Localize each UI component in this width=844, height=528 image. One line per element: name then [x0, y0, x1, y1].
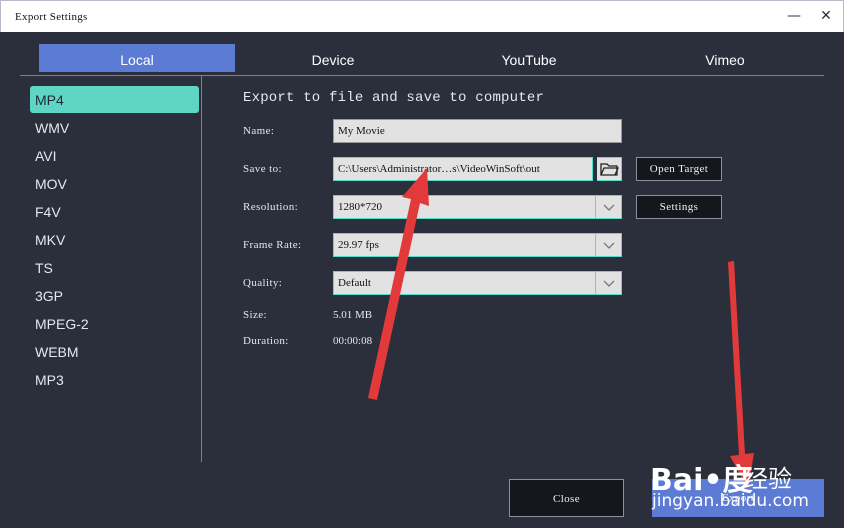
format-list: MP4 WMV AVI MOV F4V MKV TS 3GP MPEG-2 WE…	[20, 76, 202, 462]
name-label: Name:	[243, 125, 275, 137]
size-value: 5.01 MB	[333, 309, 373, 321]
resolution-label: Resolution:	[243, 201, 299, 213]
tab-local[interactable]: Local	[39, 44, 235, 72]
close-icon[interactable]: ✕	[811, 5, 841, 27]
format-item-f4v[interactable]: F4V	[30, 198, 199, 225]
quality-select[interactable]: Default	[333, 271, 622, 295]
format-item-mov[interactable]: MOV	[30, 170, 199, 197]
tab-vimeo[interactable]: Vimeo	[627, 44, 823, 72]
duration-value: 00:00:08	[333, 335, 373, 347]
format-item-mkv[interactable]: MKV	[30, 226, 199, 253]
close-button[interactable]: Close	[509, 479, 624, 517]
quality-label: Quality:	[243, 277, 283, 289]
resolution-value: 1280*720	[338, 201, 382, 213]
size-label: Size:	[243, 309, 267, 321]
frame-rate-select[interactable]: 29.97 fps	[333, 233, 622, 257]
settings-button[interactable]: Settings	[636, 195, 722, 219]
format-item-webm[interactable]: WEBM	[30, 338, 199, 365]
browse-folder-button[interactable]	[597, 157, 622, 181]
title-bar: Export Settings — ✕	[0, 0, 844, 32]
format-item-mp3[interactable]: MP3	[30, 366, 199, 393]
format-item-3gp[interactable]: 3GP	[30, 282, 199, 309]
duration-label: Duration:	[243, 335, 289, 347]
open-target-button[interactable]: Open Target	[636, 157, 722, 181]
frame-rate-label: Frame Rate:	[243, 239, 302, 251]
minimize-icon[interactable]: —	[779, 5, 809, 27]
resolution-select[interactable]: 1280*720	[333, 195, 622, 219]
destination-tabs: Local Device YouTube Vimeo	[20, 44, 824, 76]
name-input[interactable]: My Movie	[333, 119, 622, 143]
format-item-wmv[interactable]: WMV	[30, 114, 199, 141]
panel-heading: Export to file and save to computer	[243, 90, 545, 106]
tab-youtube[interactable]: YouTube	[431, 44, 627, 72]
format-item-ts[interactable]: TS	[30, 254, 199, 281]
format-item-mp4[interactable]: MP4	[30, 86, 199, 113]
tab-device[interactable]: Device	[235, 44, 431, 72]
chevron-down-icon	[595, 234, 621, 256]
format-item-mpeg2[interactable]: MPEG-2	[30, 310, 199, 337]
format-item-avi[interactable]: AVI	[30, 142, 199, 169]
chevron-down-icon	[595, 196, 621, 218]
folder-icon	[600, 163, 619, 176]
baidu-brand: 经验	[744, 465, 792, 493]
chevron-down-icon	[595, 272, 621, 294]
baidu-watermark: Bai•度 经验 jingyan.baidu.com	[648, 453, 844, 528]
window-title: Export Settings	[15, 11, 88, 23]
save-to-label: Save to:	[243, 163, 282, 175]
frame-rate-value: 29.97 fps	[338, 239, 379, 251]
save-path-input[interactable]: C:\Users\Administrator…s\VideoWinSoft\ou…	[333, 157, 593, 181]
quality-value: Default	[338, 277, 371, 289]
baidu-url: jingyan.baidu.com	[652, 491, 809, 511]
